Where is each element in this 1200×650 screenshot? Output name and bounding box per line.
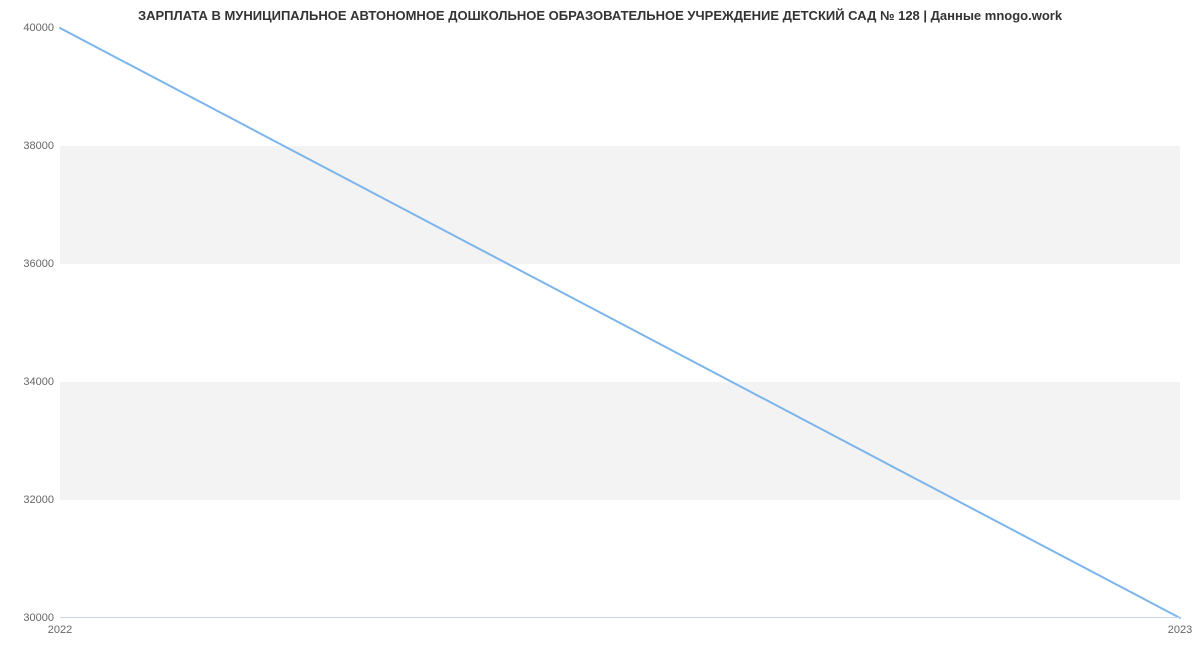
chart-title: ЗАРПЛАТА В МУНИЦИПАЛЬНОЕ АВТОНОМНОЕ ДОШК… — [0, 8, 1200, 23]
series-line — [60, 28, 1180, 618]
salary-chart: ЗАРПЛАТА В МУНИЦИПАЛЬНОЕ АВТОНОМНОЕ ДОШК… — [0, 0, 1200, 650]
y-tick-label: 34000 — [23, 376, 60, 388]
x-axis-line — [60, 617, 1180, 618]
y-tick-label: 38000 — [23, 140, 60, 152]
line-series — [60, 28, 1180, 618]
y-tick-label: 32000 — [23, 494, 60, 506]
y-tick-label: 40000 — [23, 22, 60, 34]
x-tick-label: 2023 — [1168, 618, 1192, 636]
plot-area: 30000320003400036000380004000020222023 — [60, 28, 1180, 618]
x-tick-label: 2022 — [48, 618, 72, 636]
y-tick-label: 36000 — [23, 258, 60, 270]
